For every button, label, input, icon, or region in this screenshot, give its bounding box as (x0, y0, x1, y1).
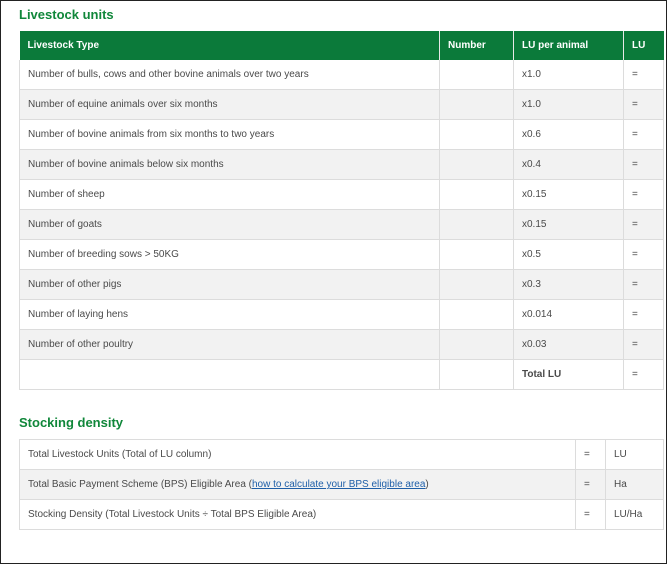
livestock-type-cell: Number of goats (19, 209, 440, 240)
table-row: Total Basic Payment Scheme (BPS) Eligibl… (19, 469, 664, 500)
table-row: Number of other pigs x0.3 = (19, 269, 664, 300)
table-row: Number of equine animals over six months… (19, 89, 664, 120)
number-input-cell[interactable] (439, 239, 514, 270)
livestock-type-cell: Number of bovine animals from six months… (19, 119, 440, 150)
table-row: Stocking Density (Total Livestock Units … (19, 499, 664, 530)
lu-result-cell: = (623, 149, 664, 180)
table-row: Number of laying hens x0.014 = (19, 299, 664, 330)
lu-per-animal-cell: x0.03 (513, 329, 624, 360)
label-text: Total Basic Payment Scheme (BPS) Eligibl… (28, 479, 252, 490)
number-input-cell[interactable] (439, 299, 514, 330)
lu-per-animal-cell: x0.014 (513, 299, 624, 330)
header-lu-per-animal: LU per animal (513, 31, 624, 60)
lu-result-cell: = (623, 209, 664, 240)
number-input-cell[interactable] (439, 89, 514, 120)
lu-result-cell: = (623, 179, 664, 210)
table-row: Number of breeding sows > 50KG x0.5 = (19, 239, 664, 270)
lu-per-animal-cell: x1.0 (513, 60, 624, 90)
total-lu-result: = (623, 359, 664, 390)
lu-per-animal-cell: x0.15 (513, 179, 624, 210)
stocking-label-cell: Total Basic Payment Scheme (BPS) Eligibl… (19, 469, 576, 500)
lu-result-cell: = (623, 119, 664, 150)
lu-per-animal-cell: x0.3 (513, 269, 624, 300)
stocking-density-title: Stocking density (19, 415, 124, 430)
table-row: Number of other poultry x0.03 = (19, 329, 664, 360)
livestock-type-cell: Number of other pigs (19, 269, 440, 300)
table-row: Number of bulls, cows and other bovine a… (19, 60, 664, 90)
stocking-label-cell: Stocking Density (Total Livestock Units … (19, 499, 576, 530)
table-row: Number of goats x0.15 = (19, 209, 664, 240)
lu-result-cell: = (623, 299, 664, 330)
page-frame: Livestock units Livestock Type Number LU… (0, 0, 667, 564)
livestock-type-cell: Number of laying hens (19, 299, 440, 330)
lu-per-animal-cell: x0.5 (513, 239, 624, 270)
lu-per-animal-cell: x0.4 (513, 149, 624, 180)
total-empty-cell (439, 359, 514, 390)
number-input-cell[interactable] (439, 119, 514, 150)
lu-result-cell: = (623, 269, 664, 300)
total-lu-label: Total LU (513, 359, 624, 390)
number-input-cell[interactable] (439, 269, 514, 300)
table-row: Number of sheep x0.15 = (19, 179, 664, 210)
livestock-type-cell: Number of breeding sows > 50KG (19, 239, 440, 270)
equals-cell: = (575, 439, 606, 470)
lu-result-cell: = (623, 329, 664, 360)
livestock-type-cell: Number of other poultry (19, 329, 440, 360)
livestock-units-title: Livestock units (19, 7, 114, 22)
lu-result-cell: = (623, 89, 664, 120)
header-number: Number (439, 31, 514, 60)
lu-result-cell: = (623, 60, 664, 90)
table-row: Number of bovine animals from six months… (19, 119, 664, 150)
unit-cell: Ha (605, 469, 664, 500)
number-input-cell[interactable] (439, 60, 514, 90)
unit-cell: LU (605, 439, 664, 470)
stocking-density-table: Total Livestock Units (Total of LU colum… (19, 439, 664, 530)
lu-result-cell: = (623, 239, 664, 270)
total-empty-cell (19, 359, 440, 390)
header-lu: LU (623, 31, 664, 60)
livestock-type-cell: Number of bovine animals below six month… (19, 149, 440, 180)
number-input-cell[interactable] (439, 149, 514, 180)
lu-per-animal-cell: x0.6 (513, 119, 624, 150)
table-row: Total Livestock Units (Total of LU colum… (19, 439, 664, 470)
lu-per-animal-cell: x0.15 (513, 209, 624, 240)
livestock-type-cell: Number of equine animals over six months (19, 89, 440, 120)
livestock-type-cell: Number of bulls, cows and other bovine a… (19, 60, 440, 90)
equals-cell: = (575, 499, 606, 530)
number-input-cell[interactable] (439, 209, 514, 240)
table-row: Number of bovine animals below six month… (19, 149, 664, 180)
equals-cell: = (575, 469, 606, 500)
unit-cell: LU/Ha (605, 499, 664, 530)
number-input-cell[interactable] (439, 329, 514, 360)
bps-area-help-link[interactable]: how to calculate your BPS eligible area (252, 479, 425, 490)
lu-per-animal-cell: x1.0 (513, 89, 624, 120)
total-row: Total LU = (19, 359, 664, 390)
label-text: ) (425, 479, 429, 490)
table-header-row: Livestock Type Number LU per animal LU (19, 31, 664, 60)
livestock-type-cell: Number of sheep (19, 179, 440, 210)
header-livestock-type: Livestock Type (19, 31, 440, 60)
number-input-cell[interactable] (439, 179, 514, 210)
livestock-units-table: Livestock Type Number LU per animal LU N… (19, 31, 664, 390)
stocking-label-cell: Total Livestock Units (Total of LU colum… (19, 439, 576, 470)
